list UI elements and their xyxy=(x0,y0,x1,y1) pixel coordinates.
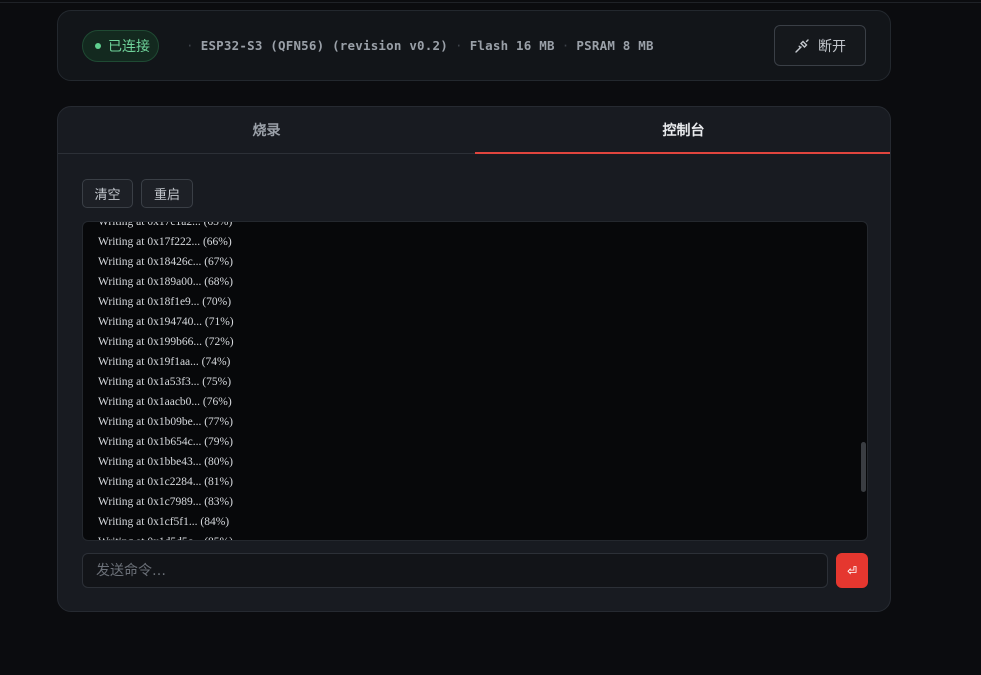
console-line: Writing at 0x1b09be... (77%) xyxy=(98,416,233,428)
separator-dot: · xyxy=(454,38,463,53)
console-line: Writing at 0x1a53f3... (75%) xyxy=(98,376,232,388)
console-line: Writing at 0x194740... (71%) xyxy=(98,316,234,328)
console-line: Writing at 0x19f1aa... (74%) xyxy=(98,356,231,368)
console-line: Writing at 0x199b66... (72%) xyxy=(98,336,234,348)
console-line: Writing at 0x17c1a2... (65%) xyxy=(98,221,233,228)
status-dot-icon xyxy=(95,43,101,49)
console-line: Writing at 0x1c7989... (83%) xyxy=(98,496,233,508)
unplug-icon xyxy=(795,38,809,53)
device-info: · ESP32-S3 (QFN56) (revision v0.2) · Fla… xyxy=(179,38,654,53)
top-divider xyxy=(0,0,981,3)
console-line: Writing at 0x1b654c... (79%) xyxy=(98,436,233,448)
console-line: Writing at 0x1cf5f1... (84%) xyxy=(98,516,230,528)
tab-bar: 烧录 控制台 xyxy=(58,107,890,154)
console-line: Writing at 0x18426c... (67%) xyxy=(98,256,233,268)
clear-button[interactable]: 清空 xyxy=(82,179,133,208)
separator-dot: · xyxy=(561,38,570,53)
send-button[interactable]: ⏎ xyxy=(836,553,868,588)
enter-icon: ⏎ xyxy=(846,563,858,578)
console-line: Writing at 0x1c2284... (81%) xyxy=(98,476,233,488)
connection-status-bar: 已连接 · ESP32-S3 (QFN56) (revision v0.2) ·… xyxy=(57,10,891,81)
disconnect-label: 断开 xyxy=(818,38,846,55)
psram-info: PSRAM 8 MB xyxy=(576,38,654,53)
console-line: Writing at 0x1aacb0... (76%) xyxy=(98,396,232,408)
tab-flash[interactable]: 烧录 xyxy=(58,107,475,153)
restart-button[interactable]: 重启 xyxy=(141,179,193,208)
tab-console[interactable]: 控制台 xyxy=(475,107,890,154)
console-log: Writing at 0x17c1a2... (65%) Writing at 0… xyxy=(98,221,234,540)
command-input[interactable] xyxy=(82,553,828,588)
flash-info: Flash 16 MB xyxy=(469,38,555,53)
console-line: Writing at 0x17f222... (66%) xyxy=(98,236,232,248)
console-line: Writing at 0x189a00... (68%) xyxy=(98,276,233,288)
chip-info: ESP32-S3 (QFN56) (revision v0.2) xyxy=(200,38,448,53)
connected-badge: 已连接 xyxy=(82,30,159,62)
console-line: Writing at 0x1d5d5c... (85%) xyxy=(98,532,234,540)
main-panel: 烧录 控制台 清空 重启 Writing at 0x17c1a2... (65%… xyxy=(57,106,891,612)
console-output[interactable]: Writing at 0x17c1a2... (65%) Writing at 0… xyxy=(82,221,868,541)
disconnect-button[interactable]: 断开 xyxy=(774,25,866,66)
console-line: Writing at 0x18f1e9... (70%) xyxy=(98,296,232,308)
separator-dot: · xyxy=(186,38,194,53)
connected-label: 已连接 xyxy=(108,39,150,55)
console-scrollbar[interactable] xyxy=(861,442,866,492)
console-line: Writing at 0x1bbe43... (80%) xyxy=(98,456,233,468)
